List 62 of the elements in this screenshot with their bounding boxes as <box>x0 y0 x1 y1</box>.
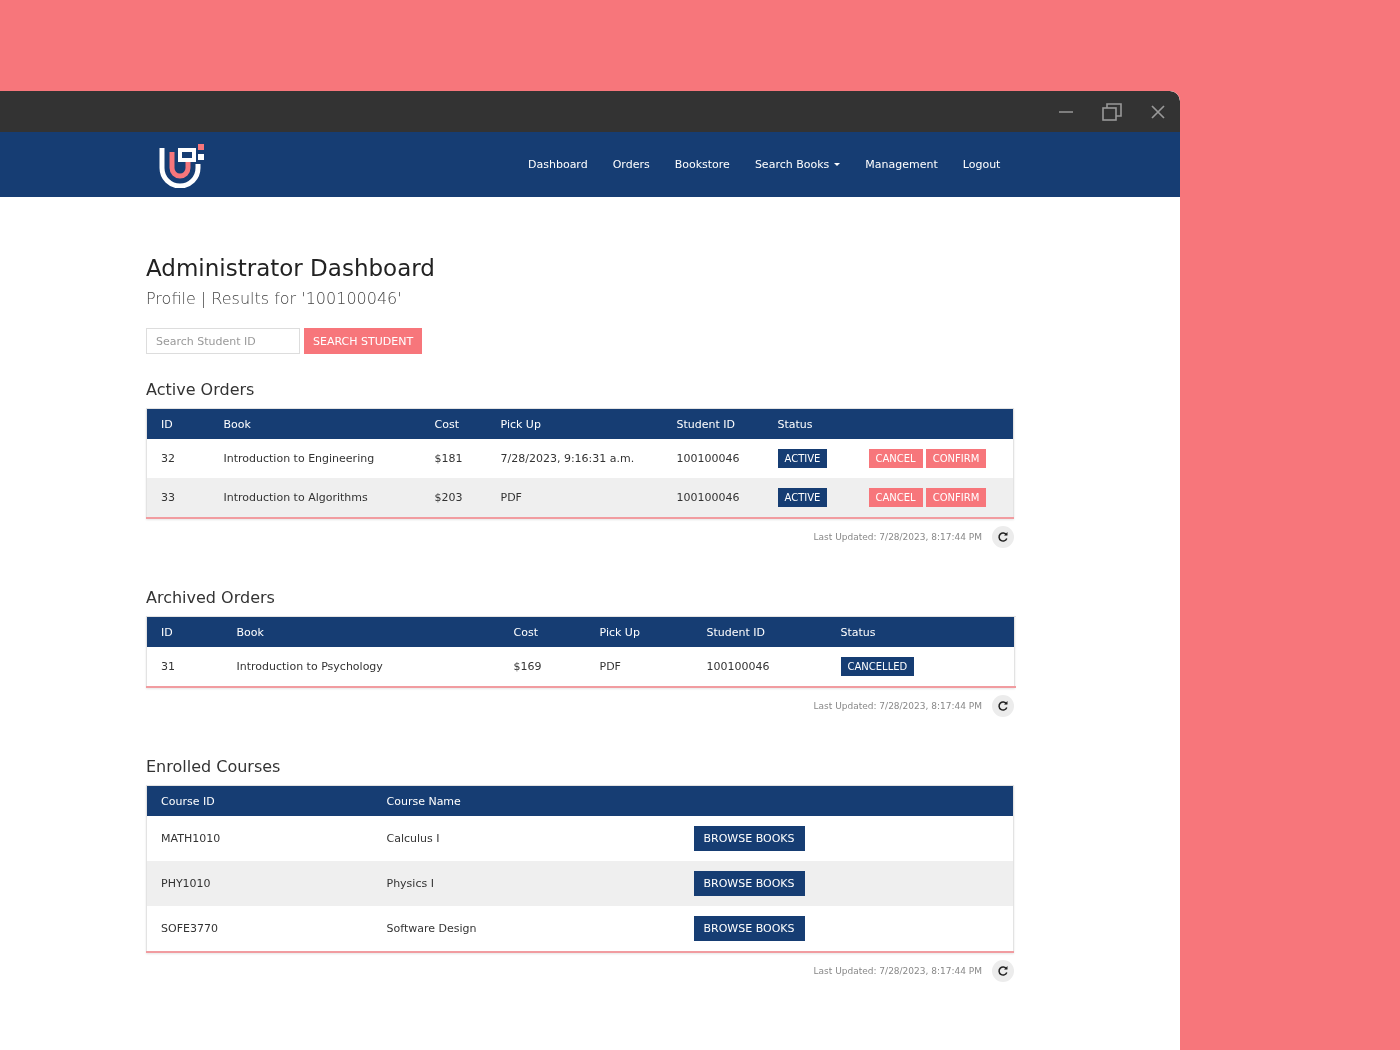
table-cell: 33 <box>161 491 175 504</box>
column-header: Book <box>209 408 421 439</box>
table-cell: Introduction to Algorithms <box>223 491 368 504</box>
table-cell: 7/28/2023, 9:16:31 a.m. <box>500 452 635 465</box>
table-cell: 32 <box>161 452 175 465</box>
table-cell: SOFE3770 <box>161 922 218 935</box>
table-cell: PDF <box>599 660 621 673</box>
table-cell: Calculus I <box>386 832 440 845</box>
page-subtitle: Profile | Results for '100100046' <box>146 289 403 308</box>
last-updated-text: Last Updated: 7/28/2023, 8:17:44 PM <box>813 701 982 711</box>
column-header: Course ID <box>146 785 373 816</box>
refresh-icon[interactable] <box>992 695 1014 717</box>
table-cell: Introduction to Psychology <box>236 660 383 673</box>
nav-link[interactable]: Logout <box>962 158 1001 171</box>
nav-link[interactable]: Orders <box>612 158 650 171</box>
nav-link[interactable]: Management <box>865 158 938 171</box>
table-cell: $203 <box>434 491 463 504</box>
table-cell: $181 <box>434 452 463 465</box>
column-header: Student ID <box>692 616 827 647</box>
last-updated-text: Last Updated: 7/28/2023, 8:17:44 PM <box>813 532 982 542</box>
table-cell: Physics I <box>386 877 434 890</box>
section-title: Enrolled Courses <box>146 757 282 776</box>
nav-link[interactable]: Search Books <box>754 158 841 171</box>
refresh-icon[interactable] <box>992 526 1014 548</box>
table-cell: PDF <box>500 491 522 504</box>
close-icon[interactable] <box>1150 103 1166 120</box>
table-cell: $169 <box>513 660 542 673</box>
status-badge: CANCELLED <box>840 657 915 676</box>
browse-books-button[interactable]: BROWSE BOOKS <box>693 916 805 941</box>
search-field[interactable]: Search Student ID <box>146 328 300 354</box>
table-cell: PHY1010 <box>161 877 211 890</box>
column-header: Course Name <box>372 785 680 816</box>
browse-books-button[interactable]: BROWSE BOOKS <box>693 871 805 896</box>
last-updated-text: Last Updated: 7/28/2023, 8:17:44 PM <box>813 966 982 976</box>
column-header: Status <box>826 616 1015 647</box>
status-badge: ACTIVE <box>777 488 828 507</box>
section-title: Active Orders <box>146 380 256 399</box>
column-header: ID <box>146 408 210 439</box>
browse-books-button[interactable]: BROWSE BOOKS <box>693 826 805 851</box>
status-badge: ACTIVE <box>777 449 828 468</box>
nav-link[interactable]: Bookstore <box>674 158 730 171</box>
section-title: Archived Orders <box>146 588 276 607</box>
table-cell: 100100046 <box>706 660 770 673</box>
column-header: Cost <box>499 616 586 647</box>
table-cell: 100100046 <box>676 452 740 465</box>
column-header: Cost <box>420 408 487 439</box>
nav-link[interactable]: Dashboard <box>528 158 588 171</box>
table-cell: 100100046 <box>676 491 740 504</box>
table-cell: Introduction to Engineering <box>223 452 375 465</box>
refresh-icon[interactable] <box>992 960 1014 982</box>
column-header: Student ID <box>662 408 764 439</box>
logo-icon[interactable] <box>158 141 206 188</box>
table-cell: Software Design <box>386 922 477 935</box>
table-cell: 31 <box>161 660 175 673</box>
column-header: Status <box>763 408 855 439</box>
page-title: Administrator Dashboard <box>146 255 436 281</box>
column-header: Pick Up <box>585 616 693 647</box>
table-cell: MATH1010 <box>161 832 221 845</box>
column-header: Book <box>222 616 500 647</box>
column-header: ID <box>146 616 223 647</box>
restore-icon[interactable] <box>1102 102 1122 121</box>
column-header: Pick Up <box>486 408 663 439</box>
